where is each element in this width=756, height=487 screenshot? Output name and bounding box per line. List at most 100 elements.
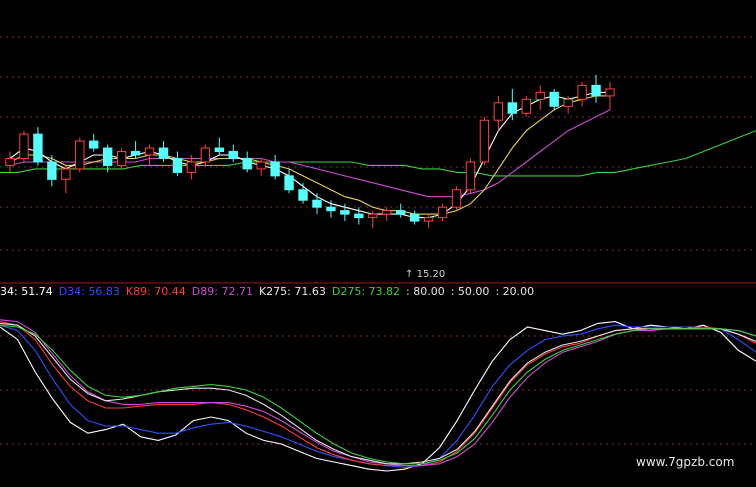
- candlestick: [172, 151, 183, 176]
- candlestick: [19, 130, 29, 162]
- candle-body: [382, 210, 392, 215]
- candle-body: [130, 151, 141, 156]
- kdj-legend-item: : 50.00: [450, 285, 490, 298]
- candlestick: [577, 81, 587, 107]
- candlestick: [409, 210, 420, 225]
- kdj-panel: [0, 319, 756, 472]
- candlestick: [549, 88, 559, 110]
- candlestick: [423, 214, 434, 229]
- candlestick: [396, 203, 406, 218]
- candle-body: [75, 140, 85, 170]
- candlestick: [214, 137, 224, 155]
- candlestick: [284, 168, 294, 194]
- candle-body: [493, 102, 504, 121]
- price-panel: [0, 75, 756, 229]
- candle-body: [158, 147, 169, 159]
- candle-body: [479, 119, 490, 163]
- candle-body: [535, 91, 545, 100]
- candle-body: [102, 147, 113, 166]
- kdj-legend-item: D89: 72.71: [191, 285, 253, 298]
- candlestick: [5, 151, 15, 173]
- candlestick: [465, 158, 476, 194]
- low-price-value: 15.20: [416, 269, 446, 280]
- candle-body: [340, 210, 350, 215]
- kdj-legend-item: : 20.00: [495, 285, 535, 298]
- candle-body: [256, 161, 266, 170]
- candlestick: [144, 144, 155, 166]
- kdj-series-line: [0, 324, 756, 465]
- kdj-legend: 34: 51.74 D34: 56.83 K89: 70.44 D89: 72.71 K…: [0, 285, 540, 298]
- candle-body: [326, 206, 336, 212]
- candle-body: [5, 157, 15, 166]
- candlestick: [242, 151, 252, 173]
- candlestick: [507, 88, 518, 121]
- candle-body: [423, 217, 434, 222]
- candle-body: [33, 133, 43, 163]
- candle-body: [577, 84, 587, 100]
- ma-long-line: [9, 109, 611, 198]
- candle-body: [144, 147, 155, 156]
- candlestick: [312, 193, 322, 215]
- low-price-arrow-icon: ↑: [405, 269, 414, 280]
- candlestick: [493, 95, 504, 131]
- candle-body: [354, 213, 364, 219]
- candle-body: [214, 147, 224, 153]
- candlestick: [89, 134, 99, 152]
- candlestick: [102, 144, 113, 173]
- kdj-series-line: [0, 322, 756, 465]
- candle-body: [465, 161, 476, 191]
- grid-lines: [0, 36, 756, 445]
- candlestick: [479, 116, 490, 166]
- candle-body: [116, 151, 127, 166]
- candle-body: [605, 88, 615, 97]
- kdj-legend-item: K89: 70.44: [125, 285, 186, 298]
- candlestick: [382, 207, 392, 222]
- kdj-legend-item: D34: 56.83: [58, 285, 120, 298]
- candle-body: [298, 189, 308, 201]
- candle-body: [521, 98, 531, 114]
- stock-chart-canvas: [0, 36, 756, 472]
- candle-body: [549, 91, 559, 107]
- kdj-legend-item: 34: 51.74: [0, 285, 53, 298]
- candle-body: [312, 199, 322, 208]
- candlestick: [437, 203, 448, 222]
- candle-body: [89, 140, 99, 149]
- candle-body: [61, 168, 71, 180]
- kdj-legend-item: : 80.00: [406, 285, 445, 298]
- candlestick: [521, 95, 531, 117]
- candlestick: [535, 85, 545, 110]
- candlestick: [116, 148, 127, 169]
- candle-body: [451, 189, 462, 208]
- candle-body: [563, 98, 573, 107]
- candle-body: [396, 210, 406, 215]
- low-price-label: ↑ 15.20: [405, 269, 445, 280]
- ma-short-line: [9, 91, 610, 219]
- candlestick: [605, 81, 615, 110]
- candlestick: [270, 155, 280, 180]
- candle-body: [200, 147, 211, 163]
- candlestick: [451, 186, 462, 211]
- candle-body: [242, 157, 252, 170]
- candlestick: [33, 127, 43, 166]
- ma-very-long-line: [0, 130, 756, 177]
- candlestick: [61, 165, 71, 194]
- kdj-legend-item: K275: 71.63: [258, 285, 326, 298]
- candlestick: [200, 144, 211, 166]
- candle-body: [186, 161, 197, 173]
- candle-body: [47, 161, 57, 180]
- candlestick: [298, 182, 308, 204]
- candle-body: [172, 157, 183, 173]
- candle-body: [19, 133, 29, 159]
- candle-body: [228, 151, 238, 159]
- candlestick: [75, 137, 85, 173]
- candle-body: [368, 213, 378, 219]
- candle-body: [507, 102, 518, 114]
- candlestick: [158, 141, 169, 162]
- watermark: www.7gpzb.com: [636, 455, 735, 469]
- candle-body: [409, 213, 420, 222]
- candlestick: [591, 75, 601, 103]
- candle-body: [270, 161, 280, 177]
- candle-body: [284, 175, 294, 191]
- candle-body: [437, 206, 448, 219]
- candle-body: [591, 84, 601, 97]
